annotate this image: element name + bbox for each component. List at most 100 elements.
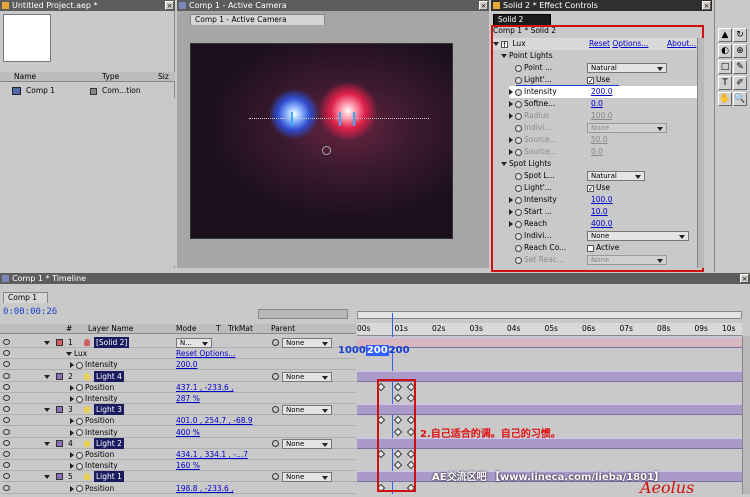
light-handle-icon[interactable] — [339, 112, 345, 126]
stopwatch-icon[interactable] — [76, 451, 83, 459]
layer-row[interactable]: 5 Light 1 None — [0, 471, 356, 483]
stopwatch-icon[interactable] — [76, 417, 83, 425]
stopwatch-icon[interactable] — [515, 220, 522, 228]
eye-icon[interactable] — [3, 428, 10, 435]
stopwatch-icon[interactable] — [515, 208, 522, 216]
label-color[interactable] — [56, 339, 63, 346]
checkbox-icon[interactable]: ✓ — [587, 76, 594, 84]
stopwatch-icon[interactable] — [76, 361, 83, 369]
time-ruler[interactable]: 00s 01s 02s 03s 04s 05s 06s 07s 08s 09s 10s — [357, 323, 742, 336]
eye-icon[interactable] — [3, 339, 10, 345]
effect-property-row[interactable]: Source... 0.0 — [509, 146, 697, 158]
expand-icon[interactable] — [509, 221, 513, 227]
checkbox-icon[interactable] — [587, 244, 594, 252]
comp-title-bar[interactable]: Comp 1 - Active Camera × — [177, 0, 489, 11]
property-row[interactable]: Intensity 400 % — [0, 427, 356, 438]
effect-value[interactable]: 0.0 — [591, 98, 603, 110]
property-row[interactable]: Position 401.0 , 254.7 , -68.9 — [0, 415, 356, 427]
rotate-tool-icon[interactable]: ↻ — [733, 28, 747, 42]
effect-scrollbar[interactable] — [697, 38, 704, 268]
light-handle-icon[interactable] — [353, 112, 359, 126]
mode-dropdown[interactable]: N... — [176, 338, 212, 348]
project-item-comp[interactable]: Comp 1 Com...tion — [0, 85, 175, 97]
expand-icon[interactable] — [70, 452, 74, 458]
effect-checkbox[interactable]: ✓ Use — [587, 182, 610, 194]
stopwatch-icon[interactable] — [515, 232, 522, 240]
stopwatch-icon[interactable] — [76, 395, 83, 403]
eye-icon[interactable] — [3, 361, 10, 368]
about-button[interactable]: About... — [667, 38, 696, 50]
tab-comp-1[interactable]: Comp 1 — [3, 292, 48, 303]
parent-pickwhip-icon[interactable] — [272, 439, 279, 447]
expand-icon[interactable] — [44, 408, 50, 413]
selection-tool-icon[interactable]: ▲ — [718, 28, 732, 42]
parent-dropdown[interactable]: None — [282, 438, 332, 449]
stopwatch-icon[interactable] — [515, 76, 522, 84]
stopwatch-icon[interactable] — [76, 429, 83, 437]
eye-icon[interactable] — [3, 417, 10, 424]
pan-behind-icon[interactable]: ⊕ — [733, 44, 747, 58]
brush-tool-icon[interactable]: ✐ — [733, 76, 747, 90]
mask-tool-icon[interactable]: □ — [718, 60, 732, 74]
project-title-bar[interactable]: Untitled Project.aep * × — [0, 0, 175, 11]
timeline-switch-icons[interactable] — [258, 309, 348, 319]
pen-tool-icon[interactable]: ✎ — [733, 60, 747, 74]
property-row[interactable]: Position 437.1 , -233.6 , — [0, 382, 356, 393]
stopwatch-icon[interactable] — [515, 244, 522, 252]
stopwatch-icon[interactable] — [515, 124, 522, 132]
stopwatch-icon[interactable] — [76, 462, 83, 470]
effect-property-row[interactable]: Reach Co... Active — [509, 242, 697, 254]
text-tool-icon[interactable]: T — [718, 76, 732, 90]
stopwatch-icon[interactable] — [515, 172, 522, 180]
timecode[interactable]: 0:00:00:26 — [3, 307, 57, 317]
parent-pickwhip-icon[interactable] — [272, 339, 279, 346]
parent-pickwhip-icon[interactable] — [272, 473, 279, 481]
effect-property-row[interactable]: Set Reac... None — [509, 254, 697, 266]
eye-icon[interactable] — [3, 462, 10, 469]
effect-property-row[interactable]: Spot L... Natural — [509, 170, 697, 182]
tab-solid-2[interactable]: Solid 2 — [493, 14, 551, 25]
layer-row[interactable]: 2 Light 4 None — [0, 370, 356, 382]
expand-icon[interactable] — [44, 374, 50, 379]
col-size[interactable]: Siz — [158, 72, 169, 82]
stopwatch-icon[interactable] — [515, 148, 522, 156]
expand-icon[interactable] — [509, 89, 513, 95]
property-row[interactable]: Lux Reset Options... — [0, 348, 356, 360]
eye-icon[interactable] — [3, 439, 10, 446]
expand-icon[interactable] — [493, 42, 499, 46]
effect-checkbox[interactable]: Active — [587, 242, 619, 254]
anchor-point-icon[interactable] — [322, 146, 331, 155]
work-area-bar[interactable] — [357, 311, 742, 319]
stopwatch-icon[interactable] — [515, 112, 522, 120]
effect-dropdown[interactable]: None — [587, 255, 667, 265]
effect-value[interactable]: 100.0 — [591, 194, 612, 206]
parent-dropdown[interactable]: None — [282, 405, 332, 416]
effect-property-row[interactable]: Softne... 0.0 — [509, 98, 697, 110]
eye-icon[interactable] — [3, 473, 10, 480]
effect-value[interactable]: 100.0 — [591, 110, 612, 122]
layer-duration-bar[interactable] — [357, 337, 742, 348]
parent-dropdown[interactable]: None — [282, 338, 332, 348]
eye-icon[interactable] — [3, 350, 10, 357]
eye-icon[interactable] — [3, 484, 10, 491]
effect-property-row[interactable]: Reach 400.0 — [509, 218, 697, 230]
effect-property-row[interactable]: Source... 50.0 — [509, 134, 697, 146]
effect-title-bar[interactable]: Solid 2 * Effect Controls × — [491, 0, 712, 11]
effect-property-row[interactable]: Indivi... None — [509, 122, 697, 134]
expand-icon[interactable] — [509, 197, 513, 203]
section-header[interactable]: Point Lights — [501, 50, 697, 62]
expand-icon[interactable] — [44, 475, 50, 480]
zoom-tool-icon[interactable]: 🔍 — [733, 92, 747, 106]
stopwatch-icon[interactable] — [76, 384, 83, 392]
effect-property-row[interactable]: Intensity 100.0 — [509, 194, 697, 206]
effect-value[interactable]: 200.0 — [591, 86, 612, 98]
eye-icon[interactable] — [3, 395, 10, 401]
expand-icon[interactable] — [70, 485, 74, 492]
expand-icon[interactable] — [509, 113, 513, 119]
stopwatch-icon[interactable] — [515, 88, 522, 96]
label-color[interactable] — [56, 439, 63, 447]
stopwatch-icon[interactable] — [515, 136, 522, 144]
property-row[interactable]: Position 198.8 , -233.6 , — [0, 483, 356, 494]
effect-property-row[interactable]: Point ... Natural — [509, 62, 697, 74]
expand-icon[interactable] — [70, 384, 74, 391]
